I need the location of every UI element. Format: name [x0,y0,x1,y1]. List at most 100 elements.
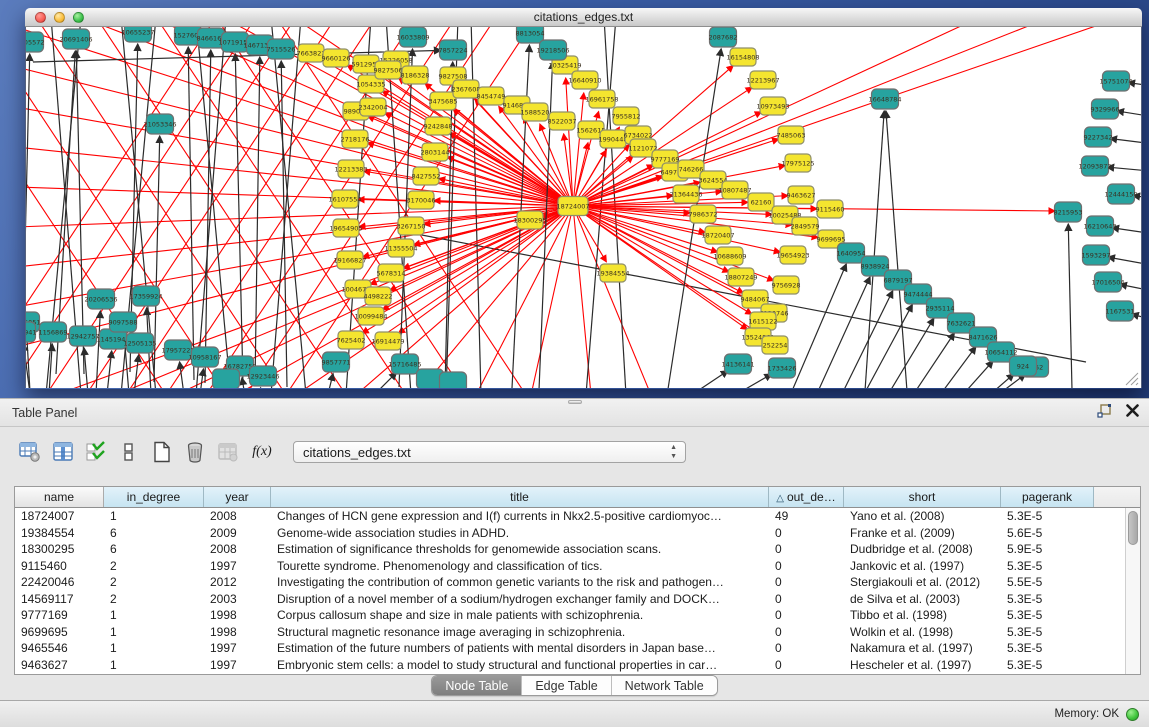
cell-short[interactable]: Franke et al. (2009) [844,525,1001,542]
cell-title[interactable]: Changes of HCN gene expression and I(f) … [271,508,769,525]
cell-out_degree[interactable]: 0 [769,624,844,641]
table-row[interactable]: 977716911998Corpus callosum shape and si… [15,607,1140,624]
cell-in_degree[interactable]: 2 [104,558,204,575]
cell-pagerank[interactable]: 5.3E-5 [1001,591,1094,608]
graph-edge[interactable] [188,47,194,380]
cell-out_degree[interactable]: 49 [769,508,844,525]
select-columns-button[interactable] [82,439,110,466]
graph-edge[interactable] [1107,167,1141,172]
cell-short[interactable]: Jankovic et al. (1997) [844,558,1001,575]
graph-edge[interactable] [200,369,203,388]
cell-title[interactable]: Disruption of a novel member of a sodium… [271,591,769,608]
graph-edge[interactable] [886,111,907,388]
network-window-titlebar[interactable]: citations_edges.txt [25,8,1142,27]
graph-edge[interactable] [911,333,954,388]
graph-edge[interactable] [1117,111,1141,119]
network-canvas[interactable]: 1872400728031448427552317004632671501135… [25,27,1142,388]
cell-year[interactable]: 1998 [204,624,271,641]
cell-out_degree[interactable]: 0 [769,541,844,558]
graph-edge[interactable] [1110,138,1141,145]
table-row[interactable]: 946554611997Estimation of the future num… [15,640,1140,657]
cell-year[interactable]: 1997 [204,657,271,674]
graph-edge[interactable] [573,93,584,206]
graph-edge[interactable] [107,351,112,388]
graph-edge[interactable] [959,361,993,388]
cell-title[interactable]: Estimation of the future numbers of pati… [271,640,769,657]
cell-pagerank[interactable]: 5.3E-5 [1001,607,1094,624]
graph-edge[interactable] [84,348,88,388]
cell-pagerank[interactable]: 5.3E-5 [1001,624,1094,641]
cell-year[interactable]: 1998 [204,607,271,624]
cell-pagerank[interactable]: 5.5E-5 [1001,574,1094,591]
column-header-in_degree[interactable]: in_degree [104,487,204,507]
cell-short[interactable]: Tibbo et al. (1998) [844,607,1001,624]
cell-name[interactable]: 9463627 [15,657,104,674]
table-vertical-scrollbar[interactable] [1125,508,1140,674]
cell-short[interactable]: Stergiakouli et al. (2012) [844,574,1001,591]
graph-node[interactable] [440,372,467,388]
cell-name[interactable]: 14569117 [15,591,104,608]
cell-out_degree[interactable]: 0 [769,558,844,575]
cell-title[interactable]: Investigating the contribution of common… [271,574,769,591]
graph-edge[interactable] [328,374,333,388]
cell-out_degree[interactable]: 0 [769,574,844,591]
cell-short[interactable]: Nakamura et al. (1997) [844,640,1001,657]
table-row[interactable]: 911546021997Tourette syndrome. Phenomeno… [15,558,1140,575]
table-row[interactable]: 1938455462009Genome-wide association stu… [15,525,1140,542]
cell-in_degree[interactable]: 1 [104,607,204,624]
table-row[interactable]: 946362711997Embryonic stem cells: a mode… [15,657,1140,674]
column-header-year[interactable]: year [204,487,271,507]
column-visibility-button[interactable] [49,439,77,466]
cell-name[interactable]: 9777169 [15,607,104,624]
cell-name[interactable]: 19384554 [15,525,104,542]
cell-short[interactable]: de Silva et al. (2003) [844,591,1001,608]
graph-edge[interactable] [566,78,573,206]
cell-name[interactable]: 18724007 [15,508,104,525]
cell-title[interactable]: Estimation of significance thresholds fo… [271,541,769,558]
column-header-title[interactable]: title [271,487,769,507]
cell-title[interactable]: Corpus callosum shape and size in male p… [271,607,769,624]
close-panel-icon[interactable] [1126,404,1139,422]
cell-name[interactable]: 18300295 [15,541,104,558]
minimize-window-button[interactable] [54,12,65,23]
function-builder-button[interactable]: f(x) [247,444,277,460]
column-header-name[interactable]: name [15,487,104,507]
cell-short[interactable]: Wolkin et al. (1998) [844,624,1001,641]
graph-edge[interactable] [937,347,976,388]
import-table-button[interactable] [214,439,242,466]
memory-status-indicator[interactable] [1126,708,1139,721]
cell-pagerank[interactable]: 5.9E-5 [1001,541,1094,558]
cell-year[interactable]: 2003 [204,591,271,608]
table-row[interactable]: 1830029562008Estimation of significance … [15,541,1140,558]
table-mode-button[interactable] [16,439,44,466]
row-height-button[interactable] [115,439,143,466]
float-panel-icon[interactable] [1097,404,1112,423]
new-table-button[interactable] [148,439,176,466]
cell-year[interactable]: 2009 [204,525,271,542]
column-header-out_degree[interactable]: △out_de… [769,487,844,507]
cell-pagerank[interactable]: 5.3E-5 [1001,558,1094,575]
column-header-pagerank[interactable]: pagerank [1001,487,1094,507]
cell-in_degree[interactable]: 2 [104,574,204,591]
cell-in_degree[interactable]: 6 [104,541,204,558]
table-row[interactable]: 2242004622012Investigating the contribut… [15,574,1140,591]
cell-year[interactable]: 2008 [204,541,271,558]
cell-year[interactable]: 2012 [204,574,271,591]
tab-network-table[interactable]: Network Table [611,676,717,695]
network-view-window[interactable]: citations_edges.txt 18724007280314484275… [25,8,1142,389]
table-row[interactable]: 1456911722003Disruption of a novel membe… [15,591,1140,608]
graph-edge[interactable] [573,27,1046,206]
graph-edge[interactable] [737,374,772,388]
graph-edge[interactable] [531,206,573,388]
panel-splitter-handle[interactable] [568,400,582,404]
cell-short[interactable]: Hescheler et al. (1997) [844,657,1001,674]
cell-out_degree[interactable]: 0 [769,640,844,657]
cell-out_degree[interactable]: 0 [769,591,844,608]
table-row[interactable]: 969969511998Structural magnetic resonanc… [15,624,1140,641]
cell-name[interactable]: 9465546 [15,640,104,657]
graph-edge[interactable] [1068,224,1072,388]
table-row[interactable]: 1872400712008Changes of HCN gene express… [15,508,1140,525]
cell-in_degree[interactable]: 1 [104,624,204,641]
cell-name[interactable]: 9115460 [15,558,104,575]
cell-short[interactable]: Yano et al. (2008) [844,508,1001,525]
